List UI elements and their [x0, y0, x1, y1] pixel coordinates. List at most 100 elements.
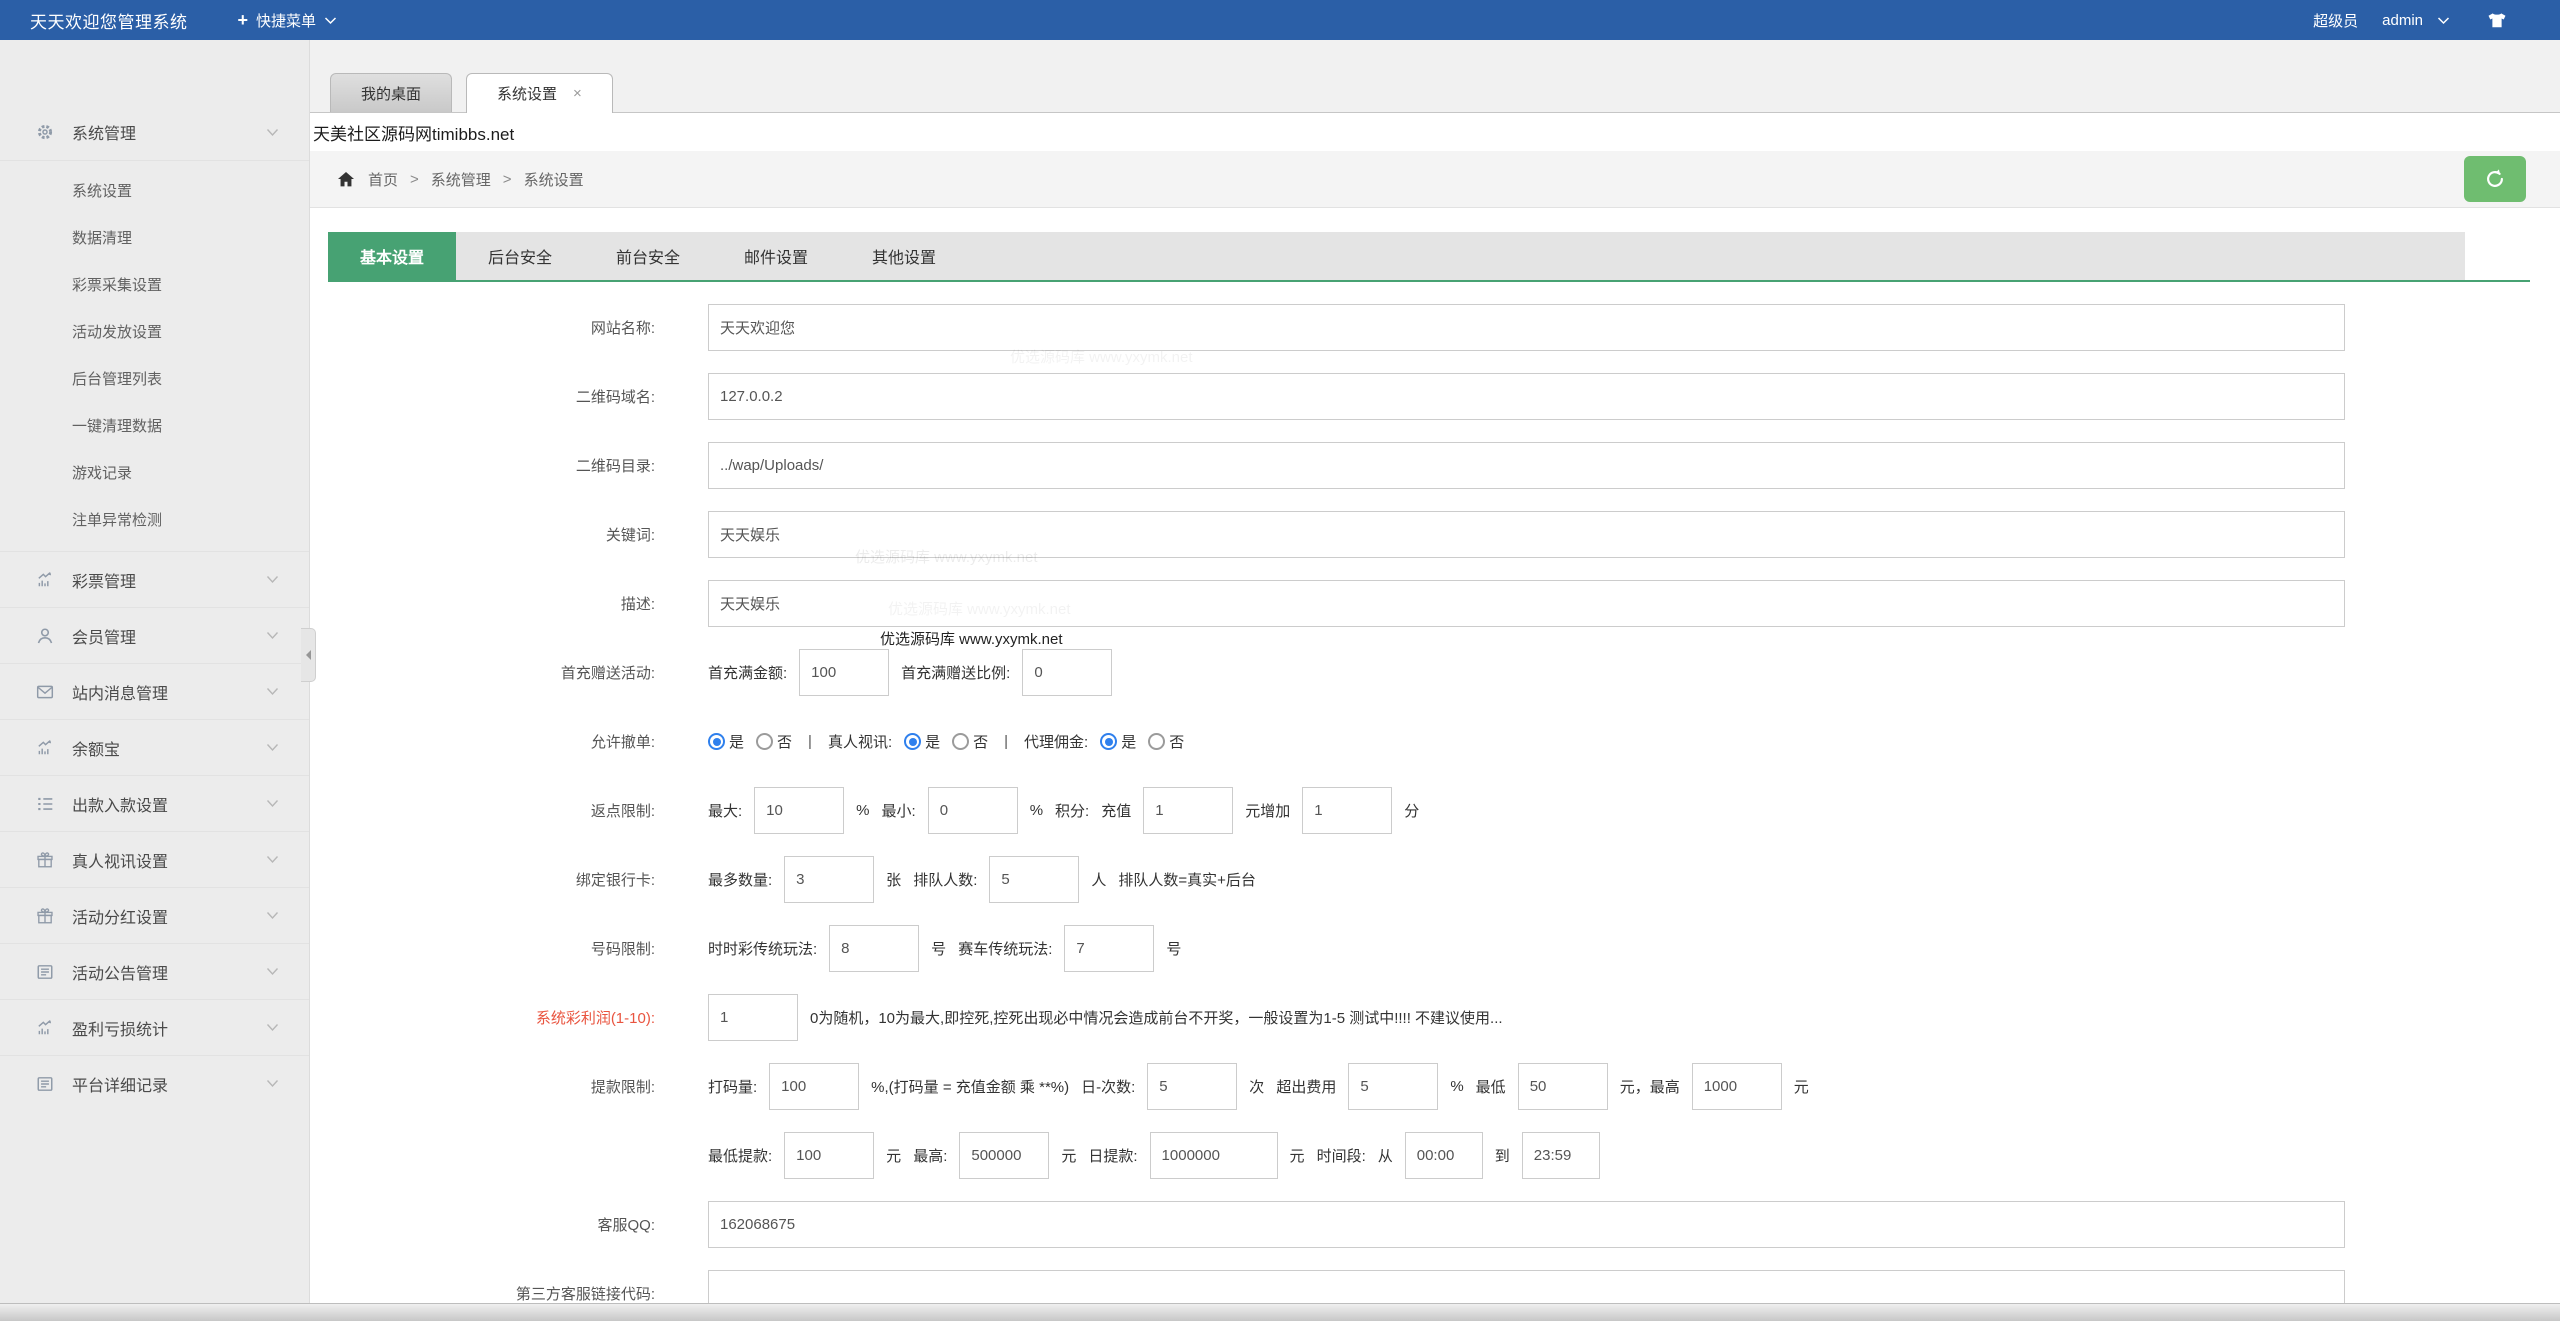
sidebar-item-abnormal-order-detect[interactable]: 注单异常检测 [0, 496, 309, 543]
field-label: 提款限制: [310, 1076, 655, 1097]
sidebar-item-live-video-settings[interactable]: 真人视讯设置 [0, 831, 309, 887]
fc-ratio-label: 首充满赠送比例: [901, 662, 1010, 683]
sidebar-item-system-settings[interactable]: 系统设置 [0, 167, 309, 214]
field-label: 返点限制: [310, 800, 655, 821]
number-unit: 号 [1166, 938, 1181, 959]
sidebar-item-system-management[interactable]: 系统管理 [0, 104, 309, 160]
times-input[interactable] [1147, 1063, 1237, 1110]
time-to-input[interactable] [1522, 1132, 1600, 1179]
field-label: 关键词: [310, 524, 655, 545]
main-area: 我的桌面 系统设置 × 天美社区源码网timibbs.net 首页 > 系统管理… [310, 40, 2560, 1321]
points-add-label: 元增加 [1245, 800, 1290, 821]
wd-min-input[interactable] [784, 1132, 874, 1179]
wd-daily-input[interactable] [1150, 1132, 1278, 1179]
qr-dir-input[interactable] [708, 442, 2345, 489]
allow-cancel-no-radio[interactable]: 否 [756, 731, 792, 752]
agent-commission-no-radio[interactable]: 否 [1148, 731, 1184, 752]
live-video-yes-radio[interactable]: 是 [904, 731, 940, 752]
rebate-max-input[interactable] [754, 787, 844, 834]
user-menu[interactable]: admin [2382, 12, 2450, 29]
high-input[interactable] [1692, 1063, 1782, 1110]
sidebar-item-data-cleanup[interactable]: 数据清理 [0, 214, 309, 261]
sidebar-item-payment-settings[interactable]: 出款入款设置 [0, 775, 309, 831]
wd-max-input[interactable] [959, 1132, 1049, 1179]
chart-icon [36, 1019, 58, 1037]
breadcrumb-bar: 首页 > 系统管理 > 系统设置 [310, 151, 2560, 208]
bank-max-input[interactable] [784, 856, 874, 903]
quick-menu-button[interactable]: + 快捷菜单 [238, 10, 338, 31]
sidebar-item-label: 站内消息管理 [72, 680, 266, 704]
tab-system-settings[interactable]: 系统设置 × [466, 73, 613, 113]
form-row-description: 描述: [310, 580, 2560, 627]
fc-ratio-input[interactable] [1022, 649, 1112, 696]
agent-commission-yes-radio[interactable]: 是 [1100, 731, 1136, 752]
sidebar-item-lottery-management[interactable]: 彩票管理 [0, 551, 309, 607]
site-note: 天美社区源码网timibbs.net [310, 113, 2560, 151]
sidebar-item-one-key-cleanup[interactable]: 一键清理数据 [0, 402, 309, 449]
ssc-input[interactable] [829, 925, 919, 972]
time-from-input[interactable] [1405, 1132, 1483, 1179]
tab-backend-security[interactable]: 后台安全 [456, 232, 584, 280]
points-unit: 分 [1404, 800, 1419, 821]
sidebar-item-member-management[interactable]: 会员管理 [0, 607, 309, 663]
sidebar-item-yuebao[interactable]: 余额宝 [0, 719, 309, 775]
field-label: 号码限制: [310, 938, 655, 959]
qr-domain-input[interactable] [708, 373, 2345, 420]
sidebar-item-label: 系统管理 [72, 120, 266, 144]
sidebar-item-platform-detail-records[interactable]: 平台详细记录 [0, 1055, 309, 1111]
bet-label: 打码量: [708, 1076, 757, 1097]
recharge-label: 充值 [1101, 800, 1131, 821]
fc-amount-input[interactable] [799, 649, 889, 696]
recharge-input[interactable] [1143, 787, 1233, 834]
queue-label: 排队人数: [913, 869, 977, 890]
sidebar-item-label: 盈利亏损统计 [72, 1016, 266, 1040]
chevron-down-icon [266, 911, 279, 920]
sidebar-item-profit-loss-stats[interactable]: 盈利亏损统计 [0, 999, 309, 1055]
description-input[interactable] [708, 580, 2345, 627]
profit-input[interactable] [708, 994, 798, 1041]
site-name-input[interactable] [708, 304, 2345, 351]
sidebar-item-activity-dividend-settings[interactable]: 活动分红设置 [0, 887, 309, 943]
chevron-down-icon [266, 743, 279, 752]
sidebar-item-activity-grant-settings[interactable]: 活动发放设置 [0, 308, 309, 355]
service-qq-input[interactable] [708, 1201, 2345, 1248]
chevron-down-icon [266, 575, 279, 584]
chevron-down-icon [266, 967, 279, 976]
racing-input[interactable] [1064, 925, 1154, 972]
tab-basic-settings[interactable]: 基本设置 [328, 232, 456, 280]
field-label: 首充赠送活动: [310, 662, 655, 683]
sidebar-collapse-handle[interactable] [301, 628, 316, 682]
theme-skin-icon[interactable] [2486, 12, 2508, 29]
points-add-input[interactable] [1302, 787, 1392, 834]
form-row-system-profit: 系统彩利润(1-10): 0为随机，10为最大,即控死,控死出现必中情况会造成前… [310, 994, 2560, 1041]
bet-input[interactable] [769, 1063, 859, 1110]
sidebar-item-activity-announcement[interactable]: 活动公告管理 [0, 943, 309, 999]
chevron-down-icon [266, 1023, 279, 1032]
live-video-no-radio[interactable]: 否 [952, 731, 988, 752]
tab-mail-settings[interactable]: 邮件设置 [712, 232, 840, 280]
tab-my-desktop[interactable]: 我的桌面 [330, 73, 452, 112]
settings-form: 网站名称: 二维码域名: 二维码目录: 关键词: 描述: 首充赠送活动: [310, 304, 2560, 1317]
percent-sign: % [856, 802, 869, 819]
sidebar-item-admin-list[interactable]: 后台管理列表 [0, 355, 309, 402]
sidebar-item-lottery-collect-settings[interactable]: 彩票采集设置 [0, 261, 309, 308]
low-input[interactable] [1518, 1063, 1608, 1110]
breadcrumb-section[interactable]: 系统管理 [431, 169, 491, 190]
close-icon[interactable]: × [573, 85, 582, 102]
to-label: 到 [1495, 1145, 1510, 1166]
fee-input[interactable] [1348, 1063, 1438, 1110]
keywords-input[interactable] [708, 511, 2345, 558]
sidebar-item-game-records[interactable]: 游戏记录 [0, 449, 309, 496]
points-label: 积分: [1055, 800, 1089, 821]
breadcrumb-home[interactable]: 首页 [368, 169, 398, 190]
rebate-max-label: 最大: [708, 800, 742, 821]
form-row-withdraw-limit: 提款限制: 打码量: %,(打码量 = 充值金额 乘 **%) 日-次数: 次 … [310, 1063, 2560, 1110]
allow-cancel-yes-radio[interactable]: 是 [708, 731, 744, 752]
high-unit: 元 [1794, 1076, 1809, 1097]
sidebar-item-site-message-management[interactable]: 站内消息管理 [0, 663, 309, 719]
tab-frontend-security[interactable]: 前台安全 [584, 232, 712, 280]
tab-other-settings[interactable]: 其他设置 [840, 232, 968, 280]
queue-input[interactable] [989, 856, 1079, 903]
rebate-min-input[interactable] [928, 787, 1018, 834]
refresh-button[interactable] [2464, 156, 2526, 202]
